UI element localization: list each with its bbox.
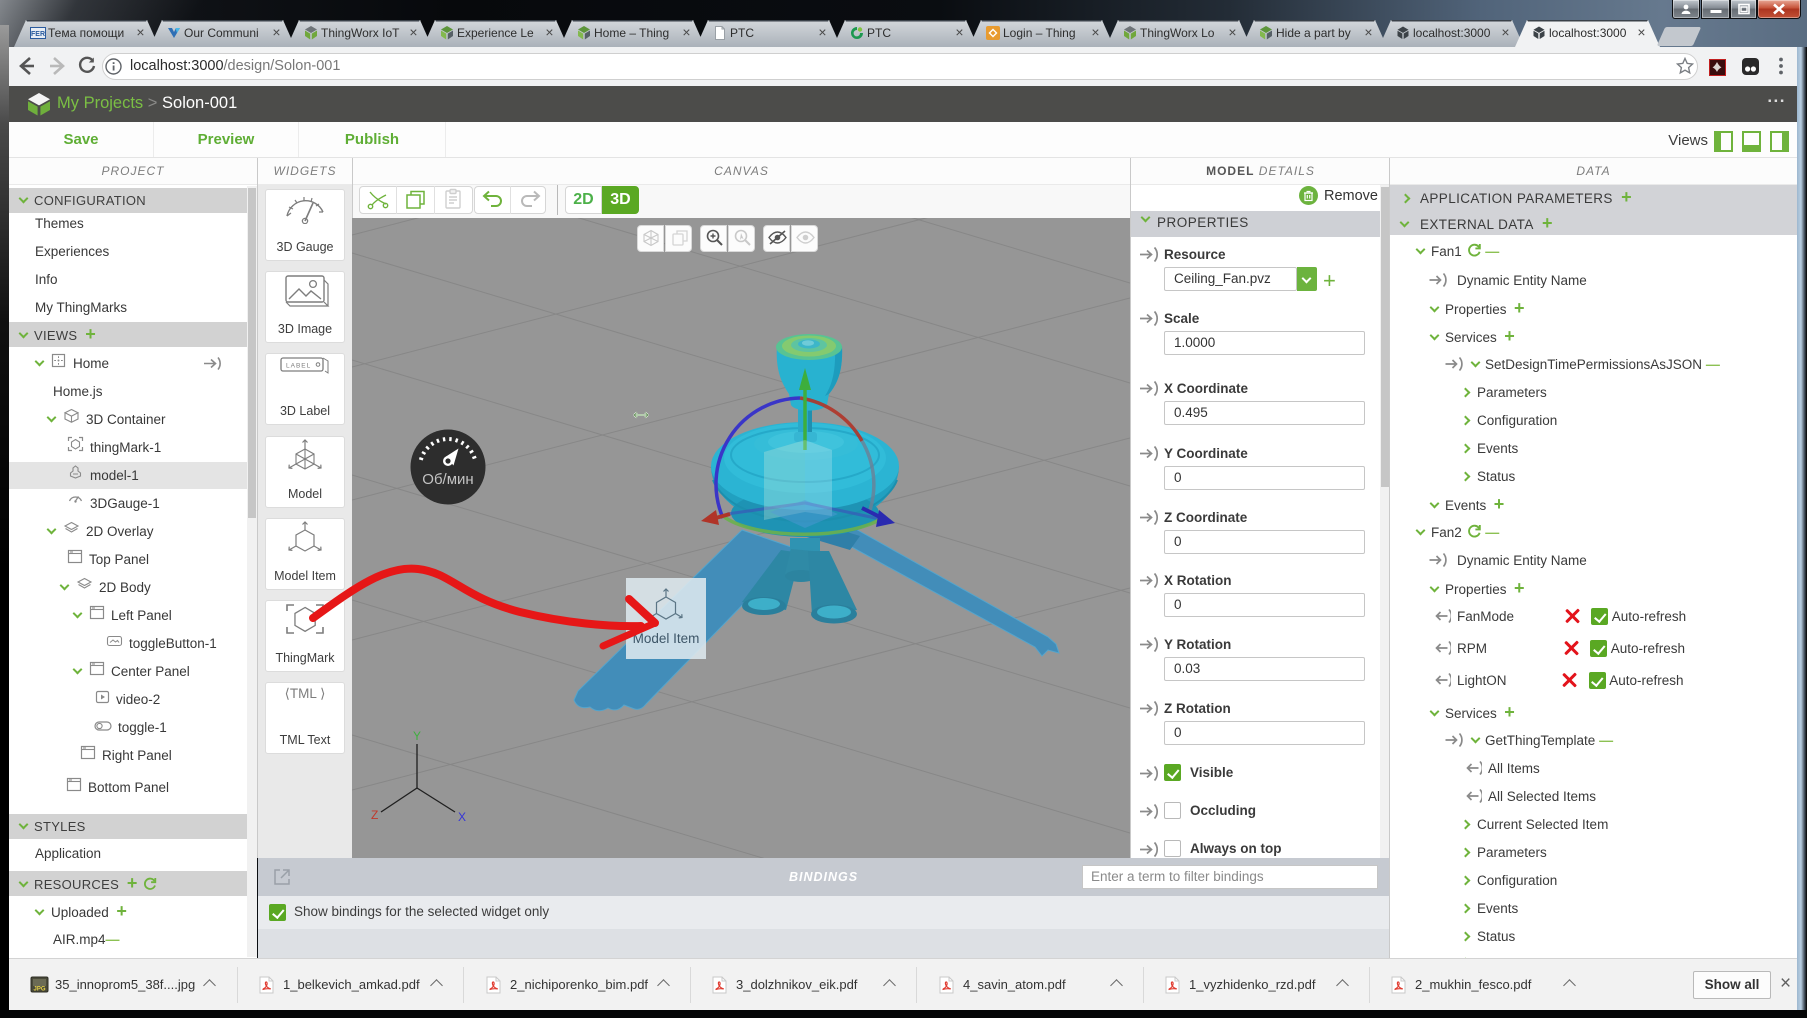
svg-text:X: X [458, 810, 466, 824]
svg-text:⟨TML ⟩: ⟨TML ⟩ [285, 686, 326, 701]
svg-text:Об/мин: Об/мин [422, 471, 473, 488]
svg-text:Y: Y [413, 729, 421, 743]
svg-text:Z: Z [371, 808, 378, 822]
svg-text:JPG: JPG [33, 987, 45, 993]
svg-text:FER: FER [31, 31, 45, 38]
svg-text:Model Item: Model Item [633, 631, 700, 646]
svg-text:LABEL: LABEL [286, 363, 311, 370]
